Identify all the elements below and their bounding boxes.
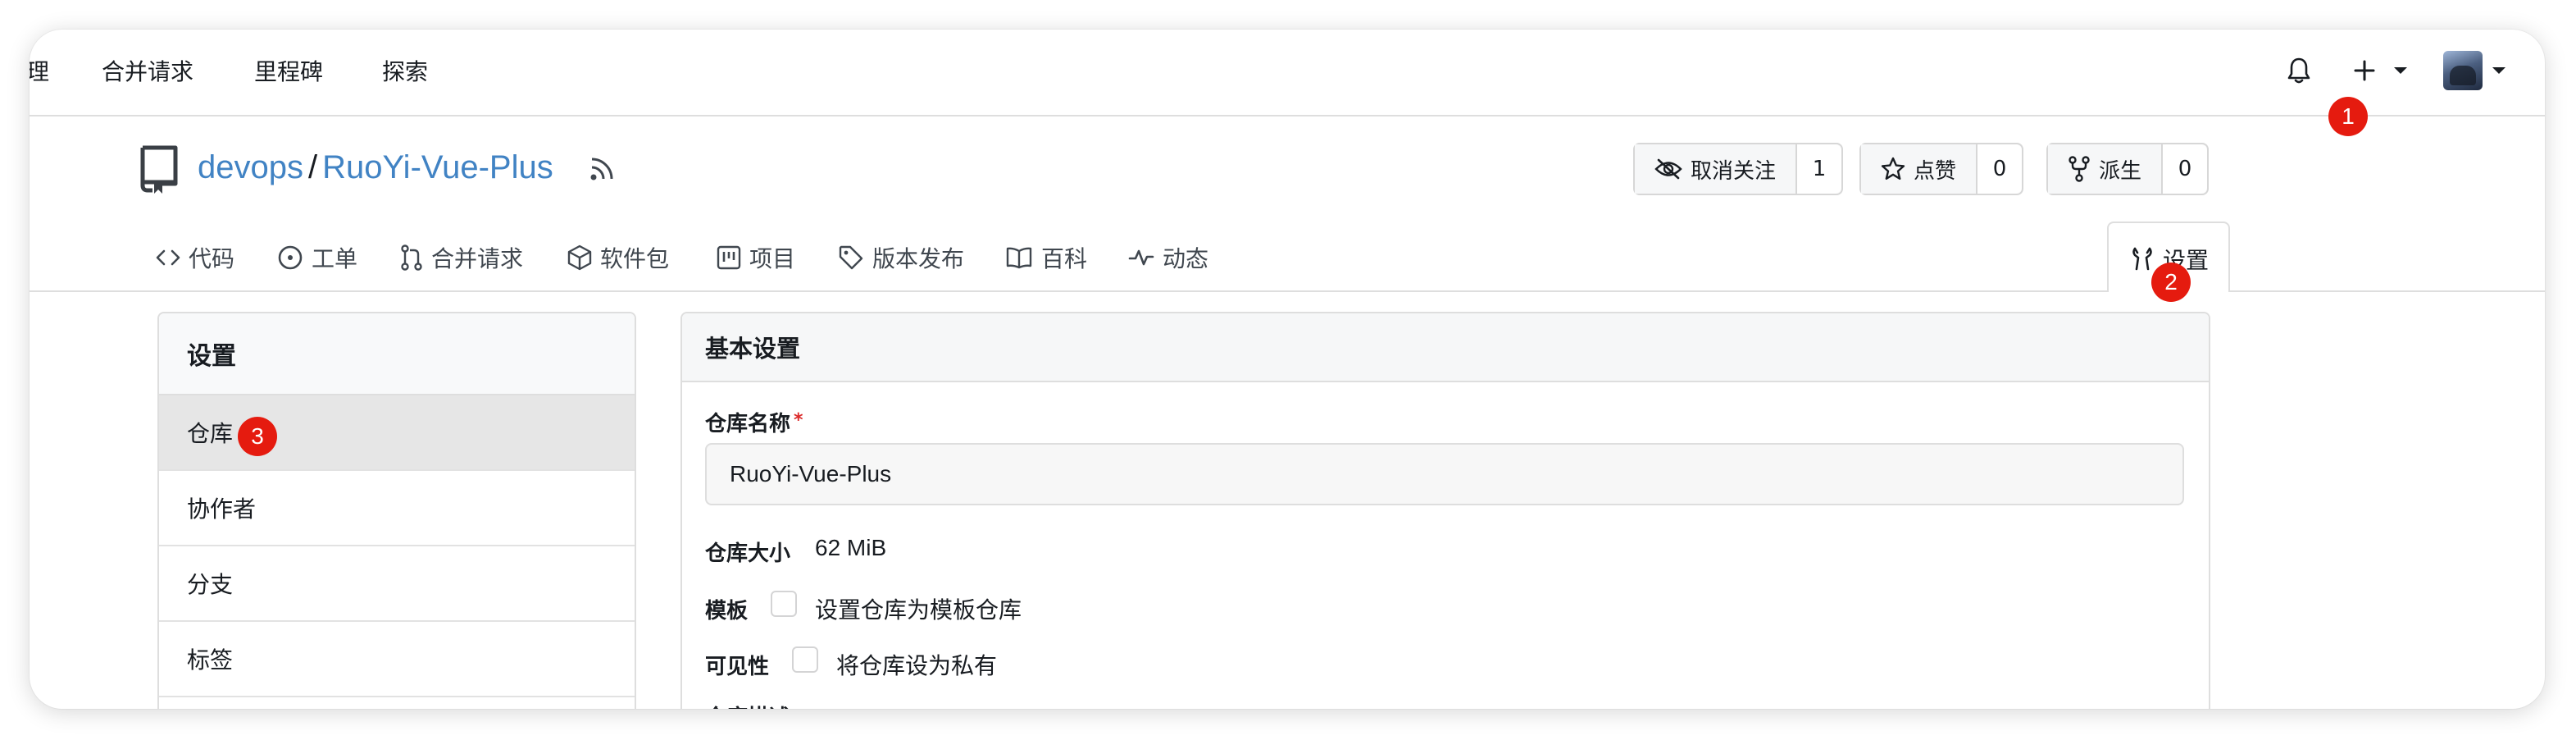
sidebar-item-collaborators[interactable]: 协作者 — [159, 471, 635, 546]
tab-issues-label: 工单 — [312, 245, 358, 272]
repo-icon — [140, 145, 178, 194]
notifications-button[interactable] — [2278, 49, 2320, 92]
chevron-down-icon[interactable] — [2492, 67, 2505, 74]
star-button-group: 点赞 0 — [1859, 143, 2024, 195]
sidebar-item-label: 协作者 — [187, 496, 257, 523]
sidebar-item-label: 分支 — [187, 571, 234, 598]
settings-sidebar: 设置 仓库 协作者 分支 标签 — [157, 312, 636, 709]
required-mark: * — [794, 410, 803, 431]
visibility-label: 可见性 — [705, 655, 770, 679]
star-button[interactable]: 点赞 — [1861, 144, 1978, 194]
star-count[interactable]: 0 — [1978, 144, 2023, 194]
repo-owner-link[interactable]: devops — [198, 149, 303, 185]
annotation-badge-3: 3 — [238, 417, 277, 456]
tab-packages-label: 软件包 — [600, 245, 670, 272]
nav-link-milestones[interactable]: 里程碑 — [254, 54, 323, 87]
template-checkbox[interactable] — [771, 591, 797, 617]
chevron-down-icon[interactable] — [2394, 67, 2407, 74]
annotation-badge-1: 1 — [2328, 97, 2368, 136]
tab-packages[interactable]: 软件包 — [567, 241, 669, 274]
private-checkbox[interactable] — [792, 646, 818, 673]
unwatch-label: 取消关注 — [1691, 158, 1777, 184]
pull-request-icon — [401, 244, 422, 271]
code-icon — [156, 249, 180, 266]
tab-code[interactable]: 代码 — [156, 241, 234, 274]
pulse-icon — [1128, 249, 1154, 266]
repo-name-label-text: 仓库名称 — [705, 412, 791, 436]
private-checkbox-label[interactable]: 将仓库设为私有 — [836, 648, 997, 681]
annotation-badge-2: 2 — [2151, 263, 2191, 302]
fork-count[interactable]: 0 — [2163, 144, 2208, 194]
tab-wiki[interactable]: 百科 — [1005, 241, 1087, 274]
star-icon — [1881, 157, 1905, 180]
description-label: 仓库描述 — [705, 701, 790, 709]
eye-slash-icon — [1654, 158, 1682, 180]
project-icon — [717, 245, 741, 270]
plus-icon — [2354, 60, 2375, 81]
repo-size-label: 仓库大小 — [705, 541, 791, 566]
watch-button-group: 取消关注 1 — [1633, 143, 1844, 195]
nav-link-pull-requests[interactable]: 合并请求 — [102, 54, 193, 87]
fork-icon — [2069, 156, 2090, 182]
sidebar-item-repository[interactable]: 仓库 — [159, 395, 635, 471]
panel-title: 基本设置 — [682, 313, 2209, 382]
fork-button-group: 派生 0 — [2046, 143, 2210, 195]
tab-wiki-label: 百科 — [1041, 245, 1088, 272]
tab-releases-label: 版本发布 — [872, 245, 965, 272]
repo-size-value: 62 MiB — [815, 535, 887, 560]
fork-button[interactable]: 派生 — [2048, 144, 2164, 194]
tab-pull-requests-label: 合并请求 — [431, 245, 524, 272]
tab-projects-label: 项目 — [749, 245, 796, 272]
star-label: 点赞 — [1914, 158, 1957, 184]
basic-settings-panel: 基本设置 仓库名称* 仓库大小 62 MiB 模板 设置仓库为模板仓库 可见性 … — [680, 312, 2210, 709]
sidebar-title: 设置 — [159, 313, 635, 395]
rss-icon[interactable] — [587, 154, 617, 184]
unwatch-button[interactable]: 取消关注 — [1635, 144, 1798, 194]
browser-window: 理 合并请求 里程碑 探索 1 devops/RuoYi-Vue-Plus — [30, 30, 2545, 709]
sidebar-item-tags[interactable]: 标签 — [159, 622, 635, 697]
tab-releases[interactable]: 版本发布 — [838, 241, 964, 274]
tab-code-label: 代码 — [189, 245, 235, 272]
fork-label: 派生 — [2099, 158, 2142, 184]
repo-title-separator: / — [307, 149, 318, 185]
sidebar-item-label: 仓库 — [187, 420, 234, 447]
tab-issues[interactable]: 工单 — [277, 241, 357, 274]
template-label: 模板 — [705, 599, 749, 624]
nav-link-partial[interactable]: 理 — [30, 54, 49, 87]
tag-icon — [839, 245, 863, 270]
tab-projects[interactable]: 项目 — [717, 241, 795, 274]
sidebar-item-label: 标签 — [187, 646, 234, 674]
repo-name-link[interactable]: RuoYi-Vue-Plus — [322, 149, 553, 185]
book-icon — [1006, 247, 1032, 269]
repo-title: devops / RuoYi-Vue-Plus — [198, 149, 553, 186]
issue-icon — [278, 245, 303, 270]
top-navbar: 理 合并请求 里程碑 探索 — [30, 30, 2545, 116]
package-icon — [567, 244, 592, 271]
repo-name-label: 仓库名称 * — [705, 407, 803, 437]
tab-activity[interactable]: 动态 — [1128, 241, 1208, 274]
sidebar-item-branches[interactable]: 分支 — [159, 546, 635, 622]
tools-icon — [2132, 247, 2152, 271]
create-new-button[interactable] — [2343, 49, 2386, 92]
avatar[interactable] — [2443, 51, 2483, 90]
repo-name-input[interactable] — [705, 443, 2184, 505]
nav-link-explore[interactable]: 探索 — [382, 54, 428, 87]
tab-activity-label: 动态 — [1163, 245, 1209, 272]
template-checkbox-label[interactable]: 设置仓库为模板仓库 — [815, 592, 1022, 625]
bell-icon — [2287, 57, 2310, 84]
tab-pull-requests[interactable]: 合并请求 — [400, 241, 523, 274]
watch-count[interactable]: 1 — [1797, 144, 1842, 194]
